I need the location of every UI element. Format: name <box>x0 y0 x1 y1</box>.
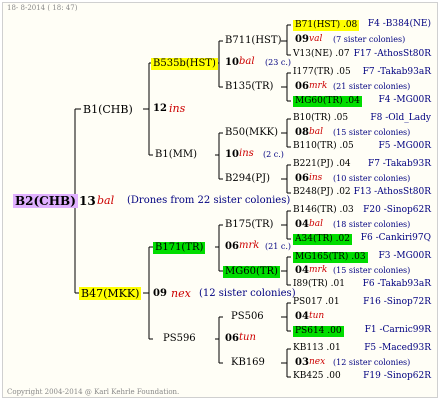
l1-note-1: (12 sister colonies) <box>199 288 296 299</box>
l4-left-11: B248(PJ) .02 <box>293 187 351 197</box>
l1-tag-0: ins <box>169 102 186 115</box>
l4-right-11: F13 -AthosSt80R <box>353 187 431 197</box>
l4-gen-22: 03 <box>295 357 309 368</box>
root-name: B2(CHB) <box>13 194 78 208</box>
l1-name-0: B1(CHB) <box>83 103 133 116</box>
l2-tag-1: ins <box>239 148 254 159</box>
l4-tag-7: bal <box>309 127 324 137</box>
l4-right-12: F20 -Sinop62R <box>363 205 431 215</box>
l4-right-15: F3 -MG00R <box>378 251 431 261</box>
l4-right-18: F16 -Sinop72R <box>363 297 431 307</box>
root-gen: 13 <box>79 194 96 208</box>
l4-gen-16: 04 <box>295 265 309 276</box>
l2-name-3: PS596 <box>163 333 196 344</box>
l4-gen-10: 06 <box>295 173 309 184</box>
l4-right-23: F19 -Sinop62R <box>363 371 431 381</box>
root-tag: bal <box>97 194 115 207</box>
l4-tag-1: val <box>309 34 323 44</box>
l2-gen-0: 10 <box>225 57 239 68</box>
l4-right-14: F6 -Cankiri97Q <box>360 233 431 243</box>
l2-note-1: (2 c.) <box>263 150 284 159</box>
l4-note-7: (15 sister colonies) <box>333 128 411 137</box>
l4-left-15: MG165(TR) .03 <box>293 252 368 263</box>
l2-gen-2: 06 <box>225 241 239 252</box>
l4-right-3: F7 -Takab93aR <box>362 67 431 77</box>
l4-right-21: F5 -Maced93R <box>364 343 431 353</box>
l4-tag-4: mrk <box>309 81 328 91</box>
l3-name-2: B50(MKK) <box>225 127 279 138</box>
l4-right-8: F5 -MG00R <box>378 141 431 151</box>
l4-gen-1: 09 <box>295 34 309 45</box>
l3-name-5: MG60(TR) <box>223 266 280 278</box>
l1-gen-1: 09 <box>153 288 167 299</box>
l2-gen-3: 06 <box>225 333 239 344</box>
l2-name-0: B535b(HST) <box>151 58 218 70</box>
l1-name-1: B47(MKK) <box>79 287 142 300</box>
l1-gen-0: 12 <box>153 103 167 114</box>
l2-gen-1: 10 <box>225 149 239 160</box>
l4-tag-10: ins <box>309 173 323 183</box>
l4-left-6: B10(TR) .05 <box>293 113 349 123</box>
l4-gen-4: 06 <box>295 81 309 92</box>
l4-tag-13: bal <box>309 219 324 229</box>
l3-name-0: B711(HST) <box>225 35 282 46</box>
l4-tag-22: nex <box>309 357 326 367</box>
l4-right-20: F1 -Carnic99R <box>364 325 431 335</box>
pedigree-frame: 18- 8-2014 ( 18: 47) Copyright 2004-2014… <box>2 2 438 398</box>
l4-left-3: I177(TR) .05 <box>293 67 351 77</box>
l4-right-9: F7 -Takab93R <box>367 159 431 169</box>
l4-right-2: F17 -AthosSt80R <box>353 49 431 59</box>
l4-tag-19: tun <box>309 311 325 321</box>
l4-gen-13: 04 <box>295 219 309 230</box>
root-note: (Drones from 22 sister colonies) <box>127 195 291 206</box>
l2-name-2: B171(TR) <box>153 242 206 254</box>
l2-tag-2: mrk <box>239 240 260 251</box>
l4-left-21: KB113 .01 <box>293 343 341 353</box>
l4-note-4: (21 sister colonies) <box>333 82 411 91</box>
l3-name-4: B175(TR) <box>225 219 274 230</box>
l4-left-0: B71(HST) .08 <box>293 20 360 31</box>
l4-left-2: V13(NE) .07 <box>293 49 350 59</box>
l4-left-18: PS017 .01 <box>293 297 340 307</box>
l1-tag-1: nex <box>171 287 191 300</box>
l4-right-5: F4 -MG00R <box>378 95 431 105</box>
l4-left-14: A34(TR) .02 <box>293 234 352 245</box>
l4-note-22: (12 sister colonies) <box>333 358 411 367</box>
l4-note-1: (7 sister colonies) <box>333 35 406 44</box>
l4-left-9: B221(PJ) .04 <box>293 159 351 169</box>
l2-tag-0: bal <box>239 56 255 67</box>
l4-note-16: (15 sister colonies) <box>333 266 411 275</box>
l4-left-20: PS614 .00 <box>293 326 344 337</box>
l4-right-0: F4 -B384(NE) <box>367 19 431 29</box>
l3-name-6: PS506 <box>231 311 264 322</box>
l4-right-17: F6 -Takab93aR <box>362 279 431 289</box>
l4-note-13: (18 sister colonies) <box>333 220 411 229</box>
l3-name-1: B135(TR) <box>225 81 274 92</box>
l4-left-5: MG60(TR) .04 <box>293 96 362 107</box>
l2-note-2: (21 c.) <box>265 242 291 251</box>
l2-note-0: (23 c.) <box>265 58 291 67</box>
l4-gen-7: 08 <box>295 127 309 138</box>
l2-name-1: B1(MM) <box>155 149 197 160</box>
l3-name-3: B294(PJ) <box>225 173 270 184</box>
l2-tag-3: tun <box>239 332 256 343</box>
l4-tag-16: mrk <box>309 265 328 275</box>
l3-name-7: KB169 <box>231 357 265 368</box>
l4-left-17: I89(TR) .01 <box>293 279 345 289</box>
l4-note-10: (10 sister colonies) <box>333 174 411 183</box>
l4-right-6: F8 -Old_Lady <box>370 113 431 123</box>
l4-left-12: B146(TR) .03 <box>293 205 354 215</box>
l4-left-23: KB425 .00 <box>293 371 341 381</box>
l4-gen-19: 04 <box>295 311 309 322</box>
l4-left-8: B110(TR) .05 <box>293 141 354 151</box>
